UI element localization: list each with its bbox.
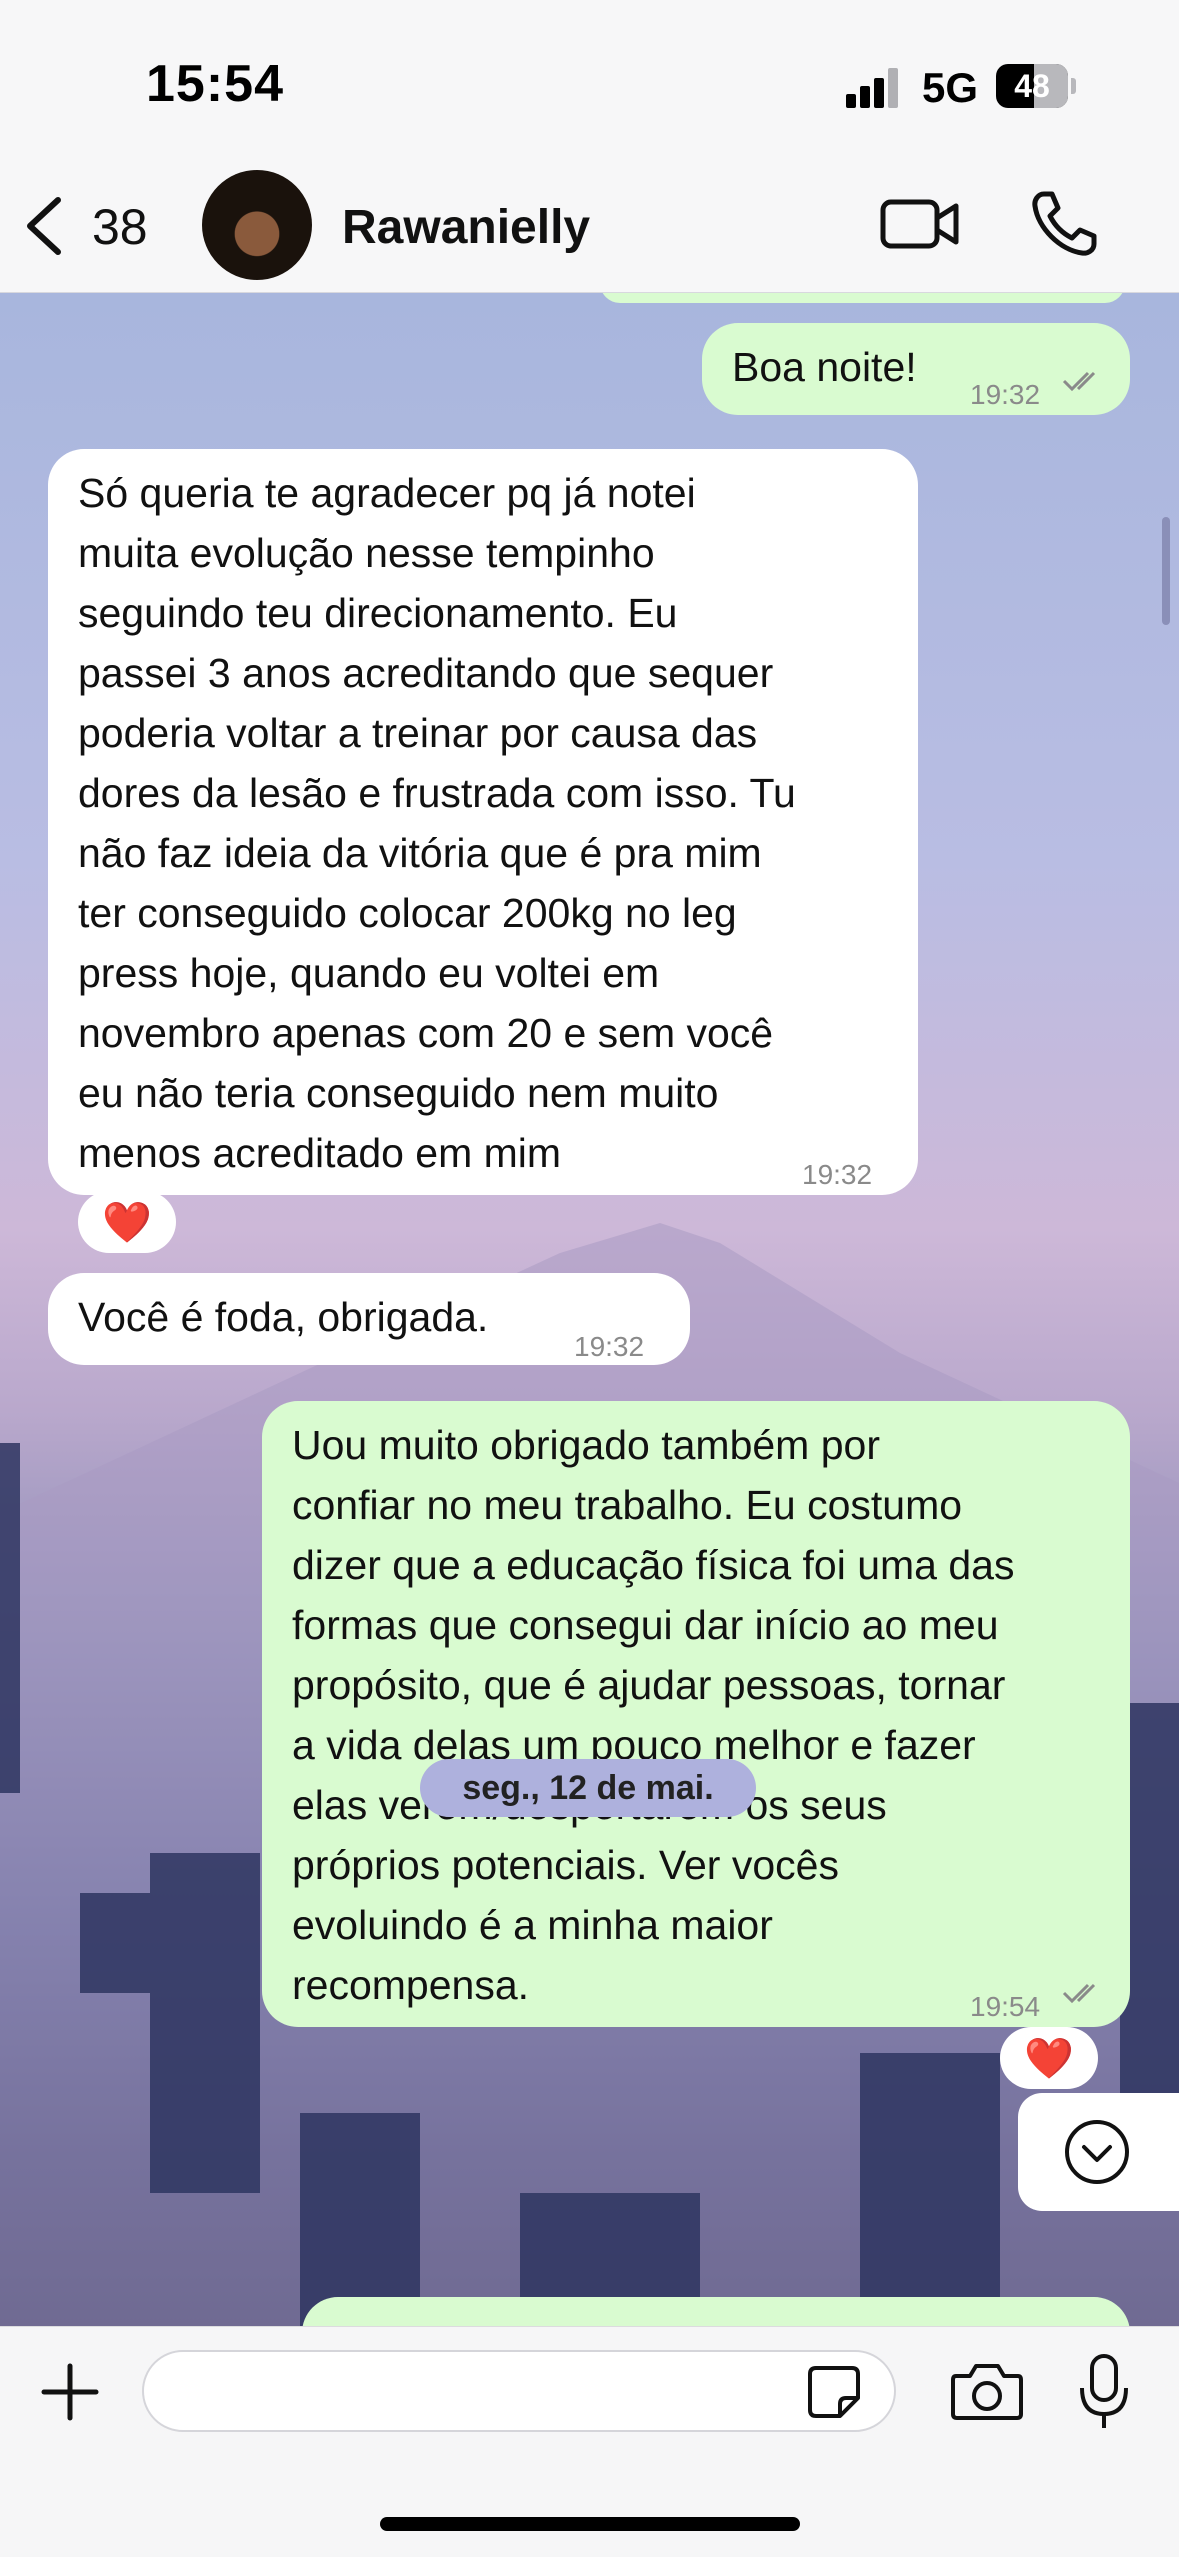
status-time: 15:54: [146, 55, 284, 113]
read-receipt-icon: [1062, 371, 1096, 392]
scrollbar[interactable]: [1162, 517, 1170, 625]
network-type: 5G: [922, 64, 979, 111]
message-bubble-outgoing[interactable]: Boa noite! 19:32: [702, 323, 1130, 415]
contact-name[interactable]: Rawanielly: [342, 200, 590, 255]
video-call-icon[interactable]: [880, 196, 960, 252]
message-bubble-incoming[interactable]: Você é foda, obrigada. 19:32: [48, 1273, 690, 1365]
plus-icon[interactable]: [38, 2360, 102, 2424]
sticker-icon[interactable]: [806, 2364, 862, 2420]
unread-count[interactable]: 38: [92, 198, 148, 256]
home-indicator[interactable]: [380, 2517, 800, 2531]
reaction-badge[interactable]: ❤️: [1000, 2027, 1098, 2089]
reaction-badge[interactable]: ❤️: [78, 1191, 176, 1253]
message-text: Boa noite!: [732, 344, 917, 390]
back-chevron-icon[interactable]: [24, 196, 64, 256]
message-text: Uou muito obrigado também por confiar no…: [292, 1422, 1015, 2008]
battery-level: 48: [1014, 68, 1050, 104]
message-time: 19:32: [970, 379, 1041, 410]
camera-icon[interactable]: [950, 2360, 1024, 2422]
message-bubble-incoming[interactable]: Só queria te agradecer pq já notei muita…: [48, 449, 918, 1195]
phone-call-icon[interactable]: [1030, 190, 1098, 258]
message-text: Você é foda, obrigada.: [78, 1294, 489, 1340]
message-time: 19:32: [574, 1331, 645, 1362]
microphone-icon[interactable]: [1078, 2352, 1130, 2432]
message-bubble-outgoing[interactable]: [302, 2297, 1130, 2326]
message-bubble-outgoing[interactable]: Uou muito obrigado também por confiar no…: [262, 1401, 1130, 2027]
message-bubble-outgoing[interactable]: [600, 293, 1125, 303]
message-input[interactable]: [142, 2350, 896, 2432]
scroll-down-button[interactable]: [1018, 2093, 1179, 2211]
avatar[interactable]: [202, 170, 312, 280]
chat-area[interactable]: Boa noite! 19:32 Só queria te agradecer …: [0, 293, 1179, 2326]
battery-icon: 48: [996, 64, 1076, 108]
message-text: Só queria te agradecer pq já notei muita…: [78, 470, 796, 1176]
scroll-down-icon: [1065, 2120, 1129, 2184]
date-separator: seg., 12 de mai.: [420, 1759, 756, 1817]
read-receipt-icon: [1062, 1983, 1096, 2004]
cellular-signal-icon: [846, 68, 904, 108]
message-time: 19:32: [802, 1159, 873, 1190]
